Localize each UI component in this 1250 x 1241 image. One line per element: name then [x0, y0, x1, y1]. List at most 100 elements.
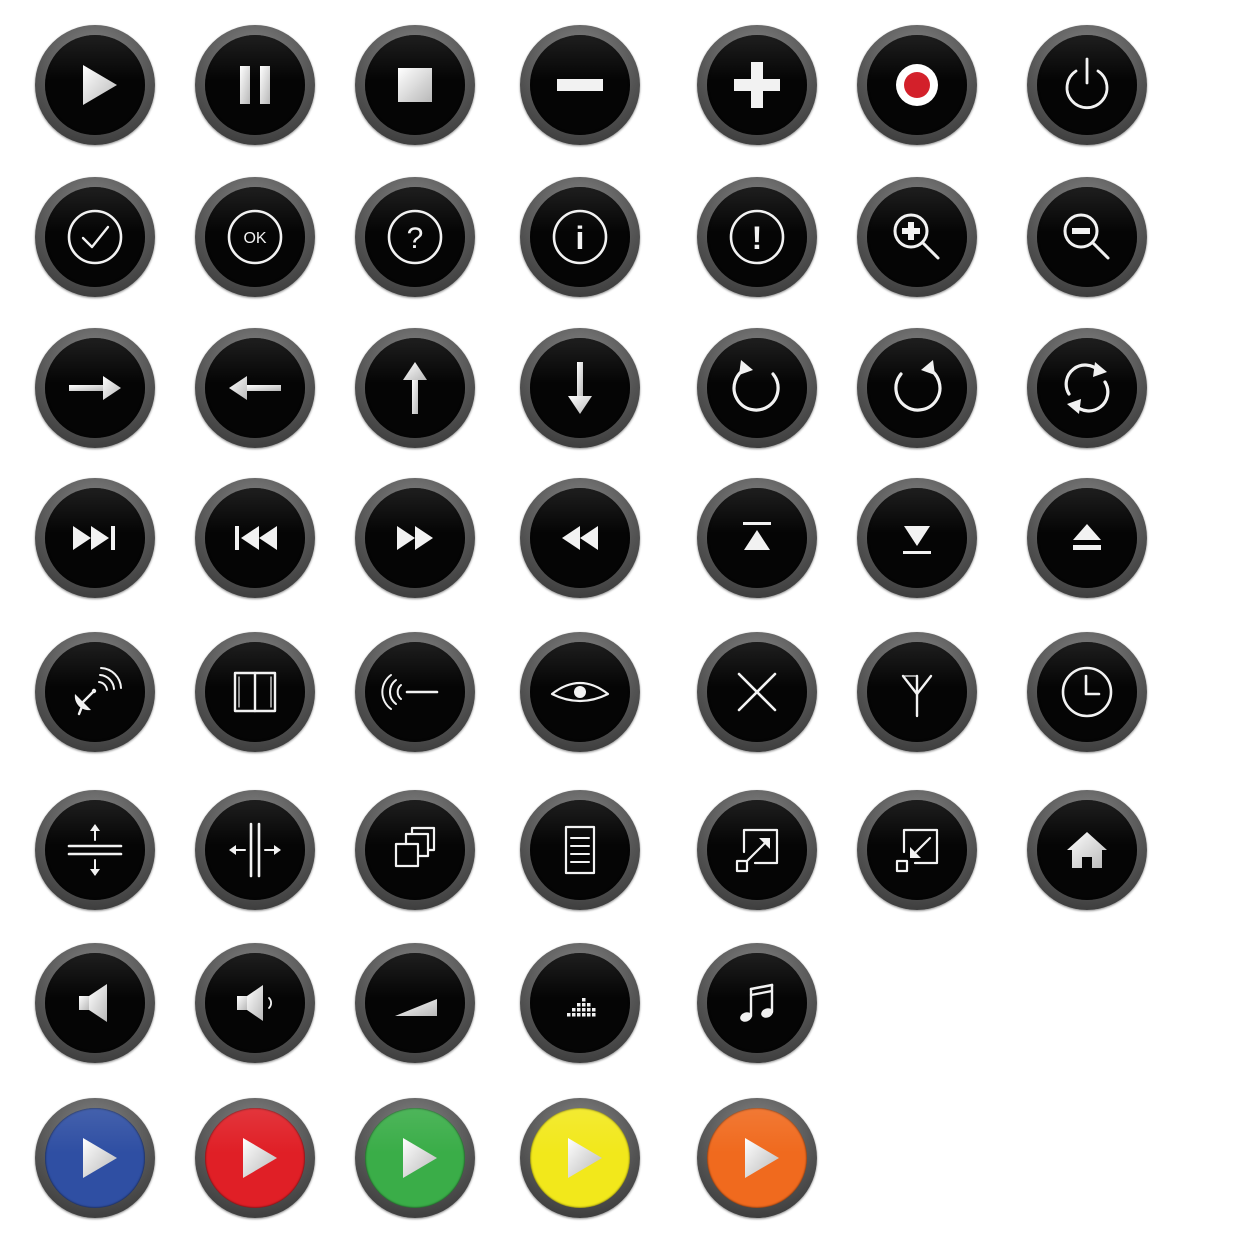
info-label: i	[576, 220, 585, 256]
speaker-mute-button[interactable]	[35, 943, 155, 1063]
wireless-signal-button[interactable]	[355, 632, 475, 752]
arrow-down-button[interactable]	[520, 328, 640, 448]
button-face	[707, 800, 807, 900]
zoom-in-icon	[893, 213, 940, 260]
windows-button[interactable]	[355, 790, 475, 910]
play-icon	[83, 65, 117, 105]
play-icon	[745, 1138, 779, 1178]
split-horizontal-button[interactable]	[195, 790, 315, 910]
stop-button[interactable]	[355, 25, 475, 145]
power-button[interactable]	[1027, 25, 1147, 145]
play-button[interactable]	[35, 25, 155, 145]
home-icon	[1067, 832, 1107, 868]
rotate-clockwise-button[interactable]	[697, 328, 817, 448]
exclamation-button[interactable]: !	[697, 177, 817, 297]
question-button[interactable]: ?	[355, 177, 475, 297]
pause-button[interactable]	[195, 25, 315, 145]
play-button[interactable]	[35, 1098, 155, 1218]
skip-next-button[interactable]	[35, 478, 155, 598]
record-icon	[896, 64, 938, 106]
button-face	[45, 35, 145, 135]
button-face: i	[530, 187, 630, 287]
button-face	[365, 35, 465, 135]
button-face: !	[707, 187, 807, 287]
button-face	[45, 338, 145, 438]
play-icon	[243, 1138, 277, 1178]
eye-button[interactable]	[520, 632, 640, 752]
home-button[interactable]	[1027, 790, 1147, 910]
button-face	[365, 338, 465, 438]
expand-button[interactable]	[697, 790, 817, 910]
info-icon: i	[552, 209, 608, 265]
exclamation-label: !	[752, 220, 763, 256]
button-face	[707, 953, 807, 1053]
play-button[interactable]	[195, 1098, 315, 1218]
button-face	[1037, 35, 1137, 135]
button-face	[530, 488, 630, 588]
fast-forward-button[interactable]	[355, 478, 475, 598]
arrow-left-button[interactable]	[195, 328, 315, 448]
play-icon	[568, 1138, 602, 1178]
speaker-low-icon	[237, 985, 272, 1021]
satellite-dish-button[interactable]	[35, 632, 155, 752]
info-button[interactable]: i	[520, 177, 640, 297]
close-button[interactable]	[697, 632, 817, 752]
move-to-top-icon	[743, 522, 771, 550]
button-face	[1037, 338, 1137, 438]
skip-previous-button[interactable]	[195, 478, 315, 598]
ok-button[interactable]: OK	[195, 177, 315, 297]
move-to-bottom-button[interactable]	[857, 478, 977, 598]
play-button[interactable]	[697, 1098, 817, 1218]
windows-icon	[394, 826, 436, 868]
music-note-icon	[740, 983, 774, 1022]
antenna-button[interactable]	[857, 632, 977, 752]
eject-icon	[1073, 524, 1101, 550]
speaker-mute-icon	[79, 984, 107, 1022]
minus-icon	[557, 79, 603, 91]
button-face	[867, 800, 967, 900]
clock-button[interactable]	[1027, 632, 1147, 752]
button-face	[365, 953, 465, 1053]
equalizer-button[interactable]	[520, 943, 640, 1063]
volume-ramp-icon	[395, 999, 437, 1016]
music-note-button[interactable]	[697, 943, 817, 1063]
document-icon	[564, 825, 596, 875]
plus-button[interactable]	[697, 25, 817, 145]
rotate-counterclockwise-button[interactable]	[857, 328, 977, 448]
arrow-right-icon	[69, 376, 121, 400]
speaker-low-button[interactable]	[195, 943, 315, 1063]
button-face	[530, 800, 630, 900]
check-button[interactable]	[35, 177, 155, 297]
zoom-in-button[interactable]	[857, 177, 977, 297]
arrow-up-icon	[403, 362, 427, 414]
volume-ramp-button[interactable]	[355, 943, 475, 1063]
book-button[interactable]	[195, 632, 315, 752]
button-face	[365, 488, 465, 588]
button-face	[1037, 187, 1137, 287]
split-vertical-button[interactable]	[35, 790, 155, 910]
button-face	[365, 1108, 465, 1208]
play-button[interactable]	[355, 1098, 475, 1218]
collapse-button[interactable]	[857, 790, 977, 910]
button-face	[205, 35, 305, 135]
button-face	[365, 800, 465, 900]
rotate-clockwise-icon	[732, 360, 780, 412]
rewind-icon	[562, 526, 598, 550]
rewind-button[interactable]	[520, 478, 640, 598]
zoom-out-button[interactable]	[1027, 177, 1147, 297]
refresh-button[interactable]	[1027, 328, 1147, 448]
move-to-top-button[interactable]	[697, 478, 817, 598]
record-button[interactable]	[857, 25, 977, 145]
split-vertical-icon	[67, 824, 123, 876]
arrow-up-button[interactable]	[355, 328, 475, 448]
document-button[interactable]	[520, 790, 640, 910]
button-face	[867, 642, 967, 742]
question-label: ?	[407, 222, 424, 255]
book-icon	[233, 671, 277, 713]
eject-button[interactable]	[1027, 478, 1147, 598]
play-button[interactable]	[520, 1098, 640, 1218]
minus-button[interactable]	[520, 25, 640, 145]
arrow-right-button[interactable]	[35, 328, 155, 448]
button-face	[205, 642, 305, 742]
question-icon: ?	[387, 209, 443, 265]
